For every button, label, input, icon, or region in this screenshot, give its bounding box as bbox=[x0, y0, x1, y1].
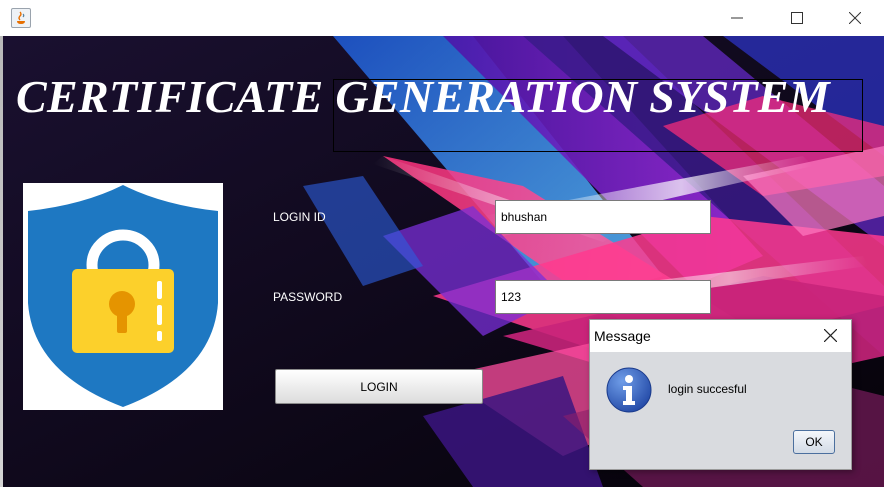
dialog-close-button[interactable] bbox=[816, 322, 846, 350]
login-id-input[interactable] bbox=[495, 200, 711, 234]
message-dialog: Message login succesful OK bbox=[589, 319, 852, 470]
logo-panel bbox=[23, 183, 223, 410]
ok-button[interactable]: OK bbox=[793, 430, 835, 454]
dialog-title-bar: Message bbox=[590, 320, 851, 352]
minimize-icon bbox=[731, 17, 743, 19]
info-icon bbox=[606, 367, 652, 413]
java-app-icon bbox=[11, 8, 31, 28]
maximize-button[interactable] bbox=[774, 4, 820, 32]
dialog-title: Message bbox=[594, 328, 651, 344]
password-label: PASSWORD bbox=[273, 290, 343, 304]
close-icon bbox=[849, 12, 861, 24]
shield-lock-icon bbox=[28, 185, 218, 407]
login-button[interactable]: LOGIN bbox=[275, 369, 483, 404]
close-icon bbox=[824, 329, 837, 342]
login-id-label: LOGIN ID bbox=[273, 210, 326, 224]
dialog-body: login succesful OK bbox=[590, 352, 851, 469]
password-input[interactable] bbox=[495, 280, 711, 314]
dialog-message: login succesful bbox=[668, 382, 747, 396]
window-close-button[interactable] bbox=[832, 4, 878, 32]
maximize-icon bbox=[791, 12, 803, 24]
page-title: CERTIFICATE GENERATION SYSTEM bbox=[16, 71, 830, 122]
minimize-button[interactable] bbox=[714, 4, 760, 32]
window-title-bar bbox=[0, 0, 884, 36]
